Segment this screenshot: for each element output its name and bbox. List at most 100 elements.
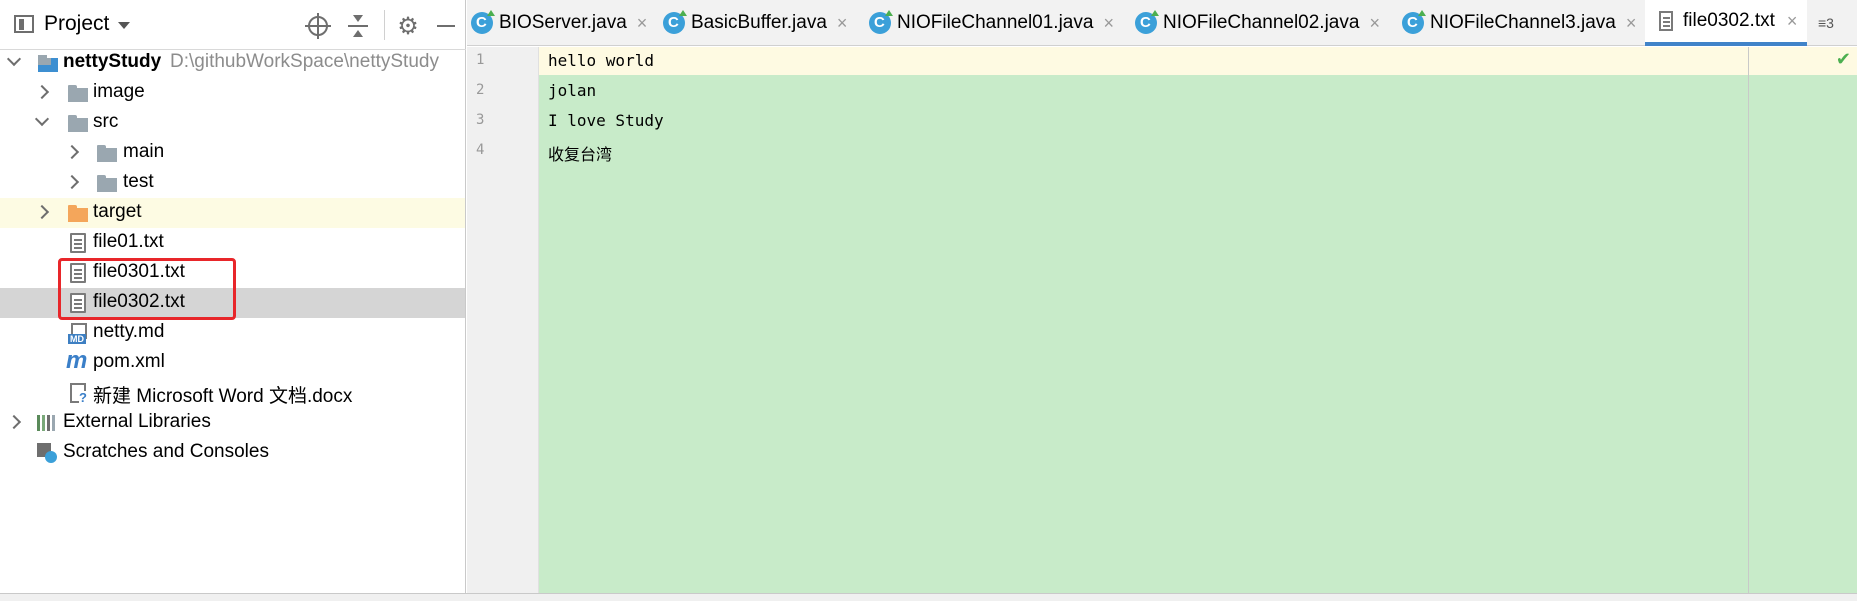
editor-gutter: 1 2 3 4 [467,47,539,593]
maven-icon: m [66,347,88,374]
java-class-icon [663,10,687,34]
tree-item-src[interactable]: src [0,108,465,138]
tree-item-file0301[interactable]: file0301.txt [0,258,465,288]
tree-item-label: 新建 Microsoft Word 文档.docx [93,386,353,407]
code-line[interactable]: hello world [548,51,654,70]
tree-item-label: target [93,201,142,222]
chevron-down-icon[interactable] [36,116,48,128]
tab-label: NIOFileChannel01.java [897,12,1094,33]
tab-label: file0302.txt [1683,10,1775,31]
code-line[interactable]: jolan [548,81,596,100]
tab-label: BasicBuffer.java [691,12,827,33]
chevron-right-icon[interactable] [66,176,78,188]
chevron-right-icon[interactable] [36,86,48,98]
editor-tab-bar: BIOServer.java × BasicBuffer.java × NIOF… [467,0,1857,46]
close-icon[interactable]: × [1103,13,1114,34]
tree-item-file0302[interactable]: file0302.txt [0,288,465,318]
current-line-highlight [539,47,1857,75]
text-file-icon [70,263,86,283]
collapse-all-icon[interactable] [344,12,372,40]
tree-item-label: netty.md [93,321,165,342]
java-class-icon [869,10,893,34]
project-path: D:\githubWorkSpace\nettyStudy [170,51,439,72]
libraries-icon [37,413,57,433]
tree-item-main[interactable]: main [0,138,465,168]
chevron-right-icon[interactable] [36,206,48,218]
tab-bioserver[interactable]: BIOServer.java × [471,0,648,46]
project-view-icon [14,15,34,33]
module-icon [38,53,58,73]
code-line[interactable]: 收复台湾 [548,141,612,165]
line-number: 3 [476,112,485,128]
java-class-icon [471,10,495,34]
tab-label: NIOFileChannel3.java [1430,12,1616,33]
text-file-icon [70,293,86,313]
project-view-title[interactable]: Project [44,12,109,36]
tree-item-target[interactable]: target [0,198,465,228]
code-line[interactable]: I love Study [548,111,664,130]
tab-basicbuffer[interactable]: BasicBuffer.java × [663,0,853,46]
folder-icon [68,113,88,133]
line-number: 4 [476,142,485,158]
close-icon[interactable]: × [637,13,648,34]
unknown-file-icon [70,383,87,404]
tab-label: BIOServer.java [499,12,627,33]
tree-item-scratches[interactable]: Scratches and Consoles [0,438,465,468]
line-number: 2 [476,82,485,98]
close-icon[interactable]: × [1369,13,1380,34]
close-icon[interactable]: × [1626,13,1637,34]
tree-item-label: test [123,171,154,192]
tree-item-label: nettyStudy [63,51,162,72]
tree-item-external-libraries[interactable]: External Libraries [0,408,465,438]
tree-item-label: file0302.txt [93,291,185,312]
header-divider [384,10,385,40]
tree-item-label: file0301.txt [93,261,185,282]
chevron-down-icon[interactable] [8,56,20,68]
tree-item-label: Scratches and Consoles [63,441,269,462]
java-class-icon [1402,10,1426,34]
hide-panel-icon[interactable] [432,12,460,40]
right-margin-guide [1748,47,1749,593]
tree-item-netty-md[interactable]: netty.md [0,318,465,348]
tree-item-label: External Libraries [63,411,211,432]
tree-item-label: src [93,111,119,132]
tab-niofilechannel02[interactable]: NIOFileChannel02.java × [1135,0,1387,46]
locate-file-icon[interactable] [304,12,332,40]
inspection-ok-icon[interactable]: ✔ [1836,49,1851,70]
tab-file0302[interactable]: file0302.txt × [1645,0,1807,46]
chevron-right-icon[interactable] [66,146,78,158]
chevron-down-icon[interactable] [118,22,130,29]
line-number: 1 [476,52,485,68]
folder-icon [97,173,117,193]
tree-item-word-doc[interactable]: 新建 Microsoft Word 文档.docx [0,378,465,408]
tree-item-label: pom.xml [93,351,165,372]
tree-item-label: main [123,141,165,162]
chevron-right-icon[interactable] [8,416,20,428]
excluded-folder-icon [68,203,88,223]
close-icon[interactable]: × [1787,11,1798,32]
tree-item-label: file01.txt [93,231,164,252]
project-tool-window: Project ⚙ nettyStudy D:\githubWorkSpace\… [0,0,466,593]
markdown-file-icon [68,323,87,344]
tab-label: NIOFileChannel02.java [1163,12,1360,33]
tree-item-label: image [93,81,145,102]
editor-text-area[interactable]: hello world jolan I love Study 收复台湾 ✔ [539,47,1857,593]
tree-item-file01[interactable]: file01.txt [0,228,465,258]
folder-icon [97,143,117,163]
tree-item-test[interactable]: test [0,168,465,198]
tree-item-root[interactable]: nettyStudy D:\githubWorkSpace\nettyStudy [0,48,465,78]
close-icon[interactable]: × [837,13,848,34]
bottom-scrollbar-area [0,593,1857,601]
tree-item-pom[interactable]: m pom.xml [0,347,465,378]
tab-overflow-menu[interactable]: ≡3 [1818,12,1854,34]
text-file-icon [1659,11,1673,31]
java-class-icon [1135,10,1159,34]
gear-icon[interactable]: ⚙ [394,12,422,40]
text-file-icon [70,233,86,253]
tree-item-image[interactable]: image [0,78,465,108]
folder-icon [68,83,88,103]
tab-niofilechannel01[interactable]: NIOFileChannel01.java × [869,0,1121,46]
tab-niofilechannel3[interactable]: NIOFileChannel3.java × [1402,0,1640,46]
scratches-icon [37,443,57,463]
project-panel-header: Project ⚙ [0,0,466,50]
